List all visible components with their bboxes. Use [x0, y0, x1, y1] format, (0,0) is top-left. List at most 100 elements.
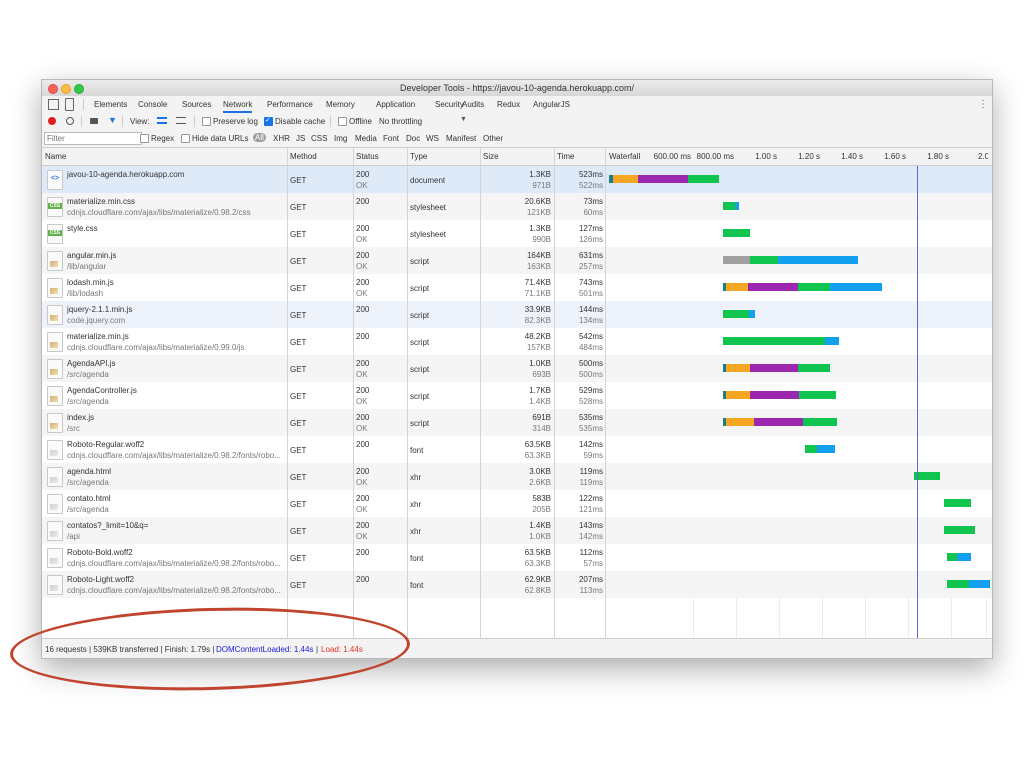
type-filter-css[interactable]: CSS	[311, 134, 327, 143]
disable-cache-checkbox[interactable]	[264, 116, 273, 126]
table-row[interactable]: javou-10-agenda.herokuapp.com GET 200 OK doc…	[42, 166, 992, 193]
table-row[interactable]: materialize.min.js cdnjs.cloudflare.com/a…	[42, 328, 992, 355]
offline-checkbox[interactable]	[338, 117, 347, 126]
request-status: 200	[356, 332, 370, 341]
column-waterfall[interactable]: Waterfall	[609, 152, 640, 161]
type-filter-manifest[interactable]: Manifest	[446, 134, 476, 143]
waterfall-bar[interactable]	[607, 409, 992, 436]
screenshot-camera-icon[interactable]	[90, 118, 98, 124]
table-row[interactable]: contato.html/src/agenda GET 200 OK xhr 583B 20…	[42, 490, 992, 517]
type-filter-all[interactable]: All	[253, 133, 266, 142]
filter-icon[interactable]: ▼	[108, 115, 117, 125]
js-file-icon	[47, 251, 63, 271]
tab-memory[interactable]: Memory	[326, 100, 355, 109]
table-row[interactable]: Roboto-Regular.woff2 cdnjs.cloudflare.com…	[42, 436, 992, 463]
column-time[interactable]: Time	[557, 152, 574, 161]
table-row[interactable]: index.js/src GET 200 OK script 691B 314B 535ms 5…	[42, 409, 992, 436]
regex-checkbox[interactable]	[140, 134, 149, 143]
request-status-text: OK	[356, 262, 368, 271]
dom-content-loaded-marker	[917, 166, 918, 638]
js-file-icon	[47, 386, 63, 406]
waterfall-bar[interactable]	[607, 355, 992, 382]
waterfall-segment	[750, 391, 799, 399]
hide-data-urls-checkbox[interactable]	[181, 134, 190, 143]
request-resource-size: 2.6KB	[529, 478, 551, 487]
table-row[interactable]: AgendaController.js/src/agenda GET 200 OK sc…	[42, 382, 992, 409]
waterfall-bar[interactable]	[607, 220, 992, 247]
column-status[interactable]: Status	[356, 152, 379, 161]
tab-elements[interactable]: Elements	[94, 100, 127, 109]
tab-console[interactable]: Console	[138, 100, 167, 109]
large-rows-icon[interactable]	[157, 117, 167, 124]
throttling-select[interactable]: No throttling	[379, 117, 422, 126]
waterfall-bar[interactable]	[607, 247, 992, 274]
filter-input[interactable]	[44, 132, 142, 145]
waterfall-bar[interactable]	[607, 166, 992, 193]
table-row[interactable]: style.css GET 200 OK stylesheet 1.3KB 990B 127m…	[42, 220, 992, 247]
type-filter-ws[interactable]: WS	[426, 134, 439, 143]
waterfall-bar[interactable]	[607, 571, 992, 598]
waterfall-bar[interactable]	[607, 463, 992, 490]
tab-angularjs[interactable]: AngularJS	[533, 100, 570, 109]
type-filter-img[interactable]: Img	[334, 134, 347, 143]
request-resource-size: 62.8KB	[524, 586, 551, 595]
tab-audits[interactable]: Audits	[462, 100, 484, 109]
waterfall-bar[interactable]	[607, 274, 992, 301]
inspect-element-icon[interactable]	[48, 99, 59, 110]
table-row[interactable]: lodash.min.js/lib/lodash GET 200 OK script 71…	[42, 274, 992, 301]
request-type: script	[410, 392, 430, 401]
waterfall-bar[interactable]	[607, 436, 992, 463]
offline-label: Offline	[349, 117, 372, 126]
tab-application[interactable]: Application	[376, 100, 415, 109]
waterfall-bar[interactable]	[607, 301, 992, 328]
type-filter-font[interactable]: Font	[383, 134, 399, 143]
waterfall-bar[interactable]	[607, 517, 992, 544]
waterfall-bar[interactable]	[607, 193, 992, 220]
table-row[interactable]: Roboto-Light.woff2 cdnjs.cloudflare.com/a…	[42, 571, 992, 598]
table-row[interactable]: Roboto-Bold.woff2 cdnjs.cloudflare.com/aj…	[42, 544, 992, 571]
more-options-icon[interactable]: ⋮	[978, 99, 988, 110]
tab-performance[interactable]: Performance	[267, 100, 313, 109]
request-latency: 142ms	[578, 532, 603, 541]
table-row[interactable]: angular.min.js/lib/angular GET 200 OK script…	[42, 247, 992, 274]
type-filter-xhr[interactable]: XHR	[273, 134, 290, 143]
type-filter-other[interactable]: Other	[483, 134, 503, 143]
column-method[interactable]: Method	[290, 152, 317, 161]
table-row[interactable]: AgendaAPI.js/src/agenda GET 200 OK script 1.0…	[42, 355, 992, 382]
type-filter-media[interactable]: Media	[355, 134, 377, 143]
table-row[interactable]: jquery-2.1.1.min.js code.jquery.com GET 200…	[42, 301, 992, 328]
column-name[interactable]: Name	[45, 152, 66, 161]
tab-security[interactable]: Security	[435, 100, 464, 109]
chevron-down-icon[interactable]: ▼	[460, 116, 467, 123]
request-path: /src/agenda	[67, 370, 109, 379]
request-path: /lib/lodash	[67, 289, 104, 298]
request-size: 20.6KB	[524, 197, 551, 206]
preserve-log-checkbox[interactable]	[202, 117, 211, 126]
js-file-icon	[47, 305, 63, 325]
request-path: /src/agenda	[67, 505, 109, 514]
type-filter-js[interactable]: JS	[296, 134, 305, 143]
table-row[interactable]: contatos?_limit=10&q= /api GET 200 OK xhr 1.4K…	[42, 517, 992, 544]
type-filter-doc[interactable]: Doc	[406, 134, 420, 143]
tab-network[interactable]: Network	[223, 100, 253, 113]
waterfall-bar[interactable]	[607, 490, 992, 517]
request-name: lodash.min.js	[67, 278, 114, 287]
table-row[interactable]: materialize.min.css cdnjs.cloudflare.com/…	[42, 193, 992, 220]
waterfall-segment	[726, 391, 750, 399]
device-toolbar-icon[interactable]	[65, 98, 74, 111]
column-type[interactable]: Type	[410, 152, 427, 161]
waterfall-segment	[969, 580, 990, 588]
table-row[interactable]: agenda.html/src/agenda GET 200 OK xhr 3.0KB 2.…	[42, 463, 992, 490]
tab-sources[interactable]: Sources	[182, 100, 211, 109]
request-method: GET	[290, 419, 307, 428]
waterfall-bar[interactable]	[607, 328, 992, 355]
css-file-icon	[47, 224, 63, 244]
waterfall-bar[interactable]	[607, 382, 992, 409]
request-status: 200	[356, 413, 370, 422]
column-size[interactable]: Size	[483, 152, 499, 161]
record-icon[interactable]	[48, 117, 56, 125]
waterfall-bar[interactable]	[607, 544, 992, 571]
clear-icon[interactable]	[66, 117, 74, 125]
overview-icon[interactable]	[176, 117, 186, 124]
tab-redux[interactable]: Redux	[497, 100, 520, 109]
